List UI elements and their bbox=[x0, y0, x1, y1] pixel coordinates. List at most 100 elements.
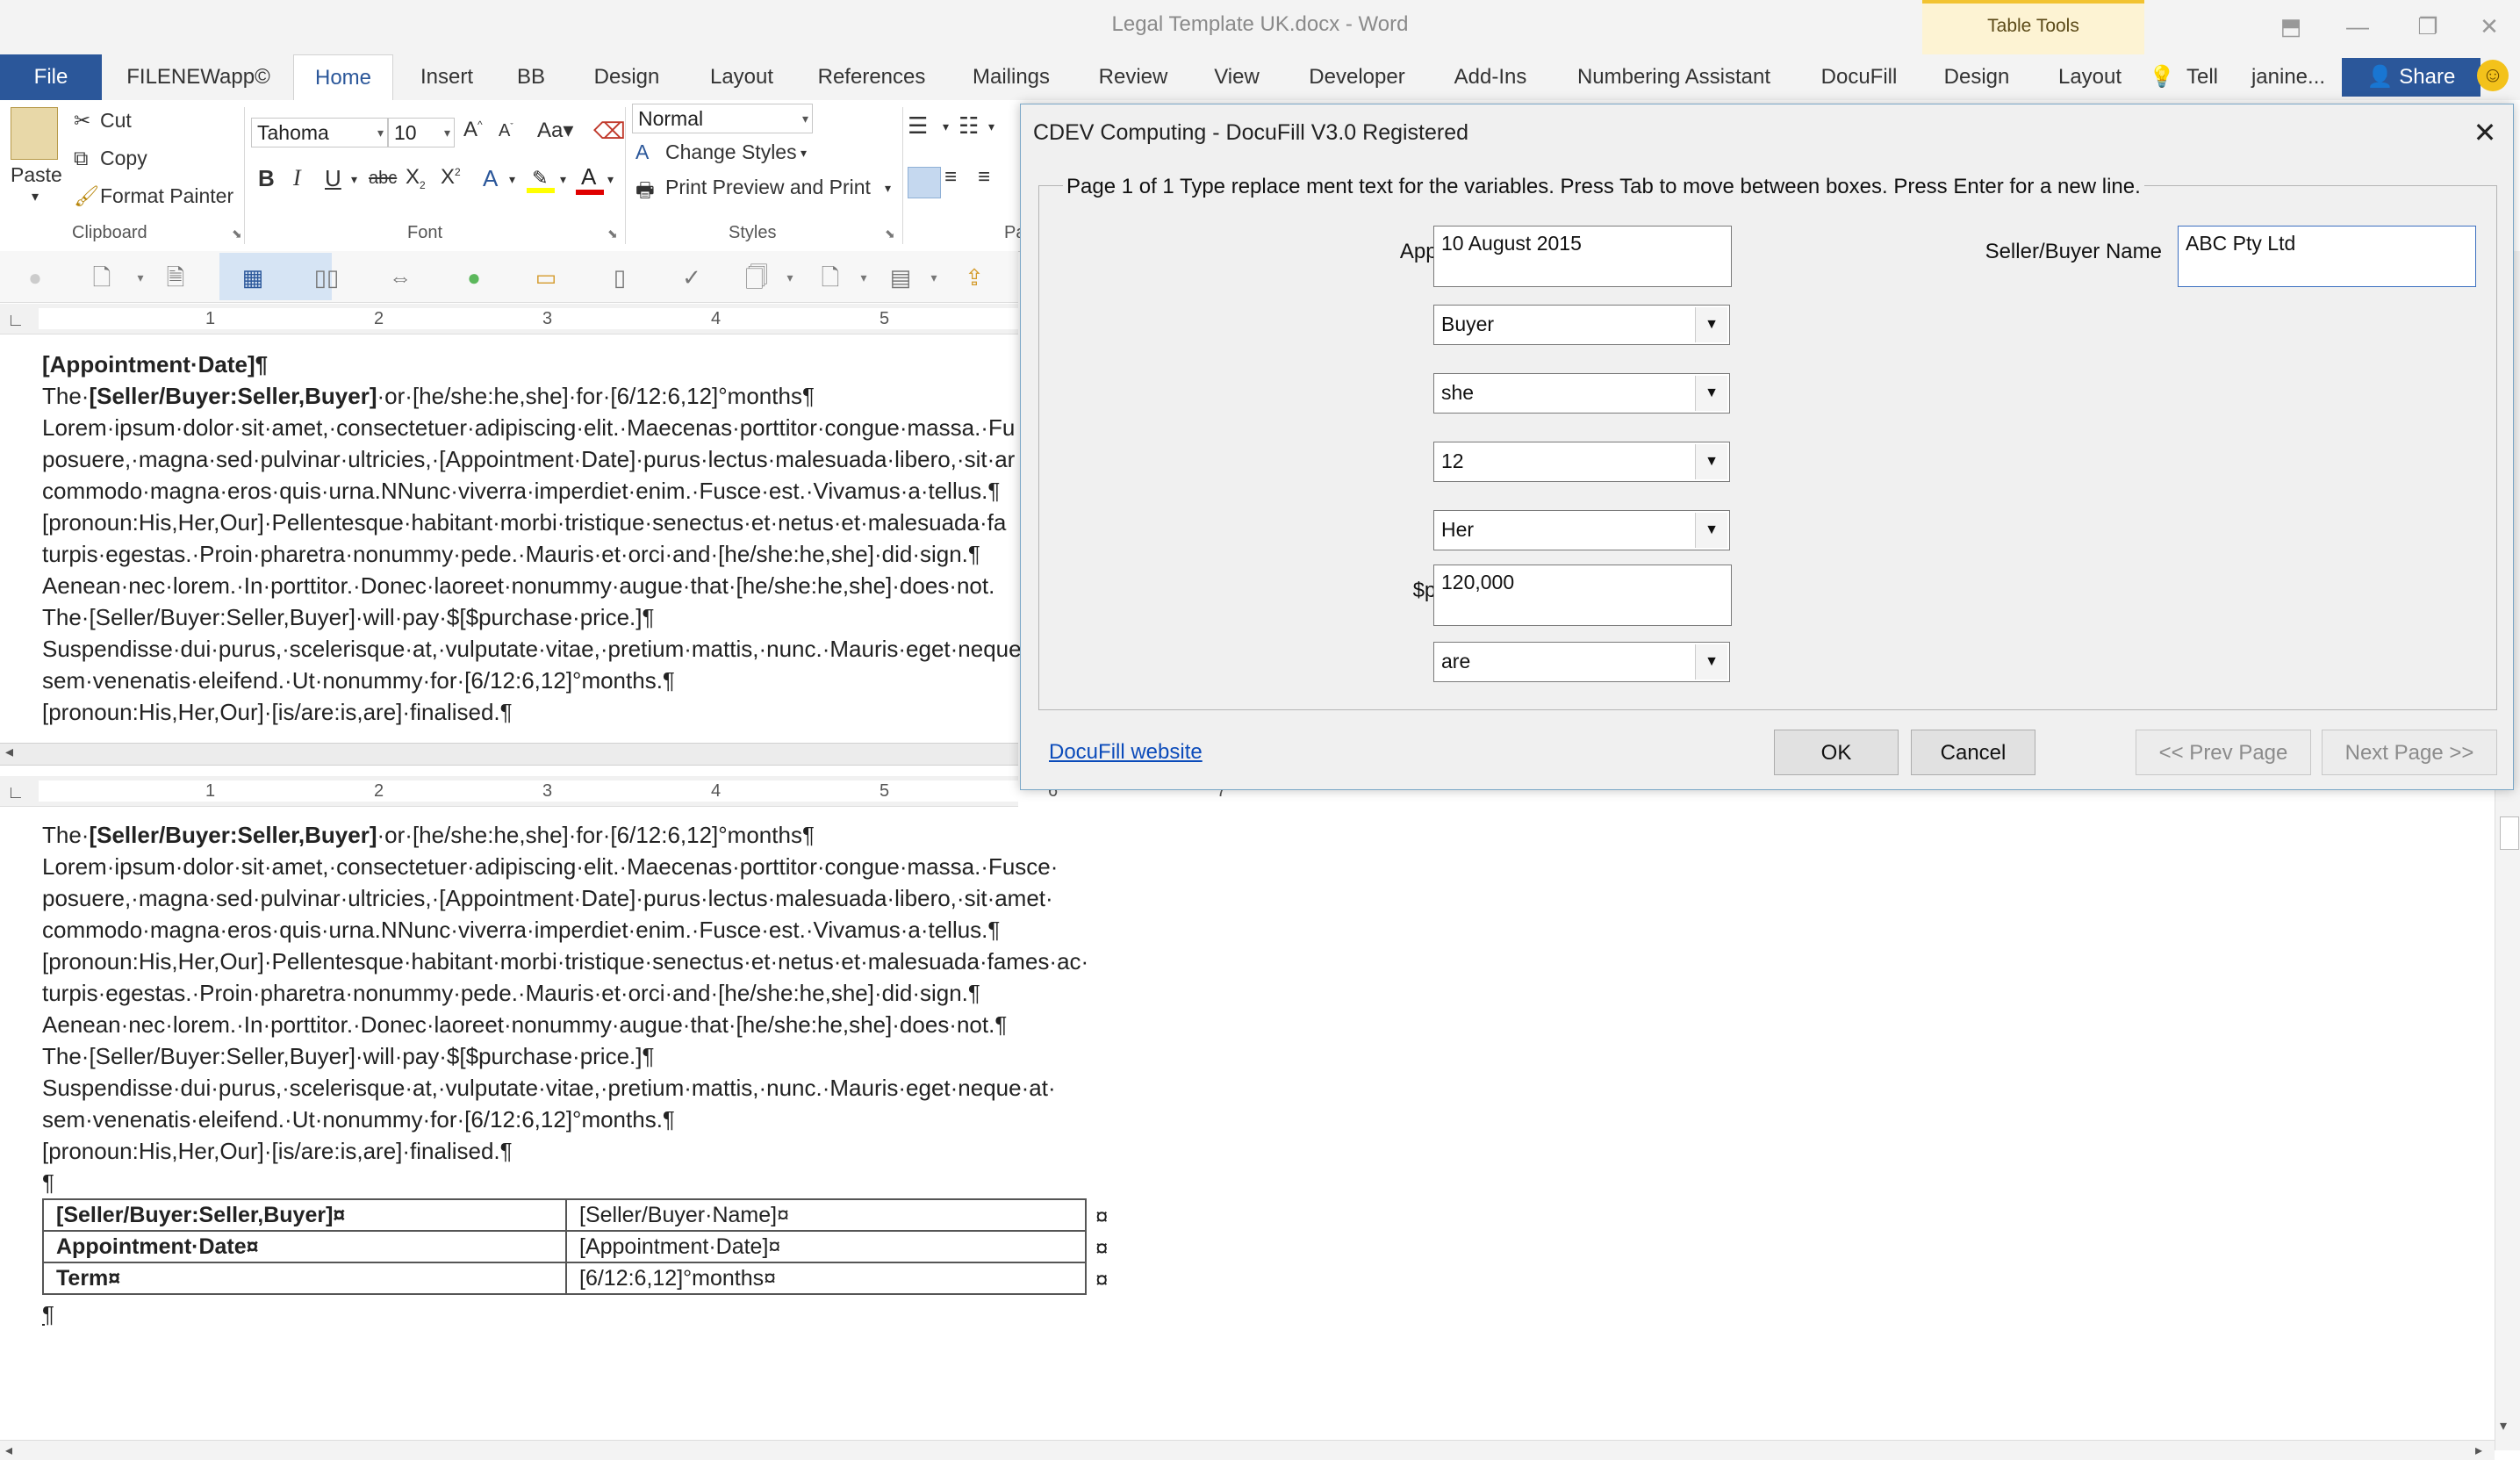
doc-line[interactable]: The·[Seller/Buyer:Seller,Buyer]·will·pay… bbox=[42, 1043, 654, 1070]
font-color-icon[interactable]: A bbox=[576, 163, 604, 195]
cancel-button[interactable]: Cancel bbox=[1911, 730, 2035, 775]
bold-icon[interactable]: B bbox=[258, 165, 275, 192]
prev-page-button[interactable]: << Prev Page bbox=[2136, 730, 2311, 775]
chevron-down-icon[interactable]: ▼ bbox=[1695, 307, 1727, 342]
user-name[interactable]: janine... bbox=[2244, 54, 2333, 100]
maximize-icon[interactable]: ❐ bbox=[2402, 9, 2454, 44]
seller-buyer-name-field[interactable]: ABC Pty Ltd bbox=[2178, 226, 2476, 287]
tab-insert[interactable]: Insert bbox=[407, 54, 486, 100]
he-she-select[interactable]: she ▼ bbox=[1433, 373, 1730, 414]
font-launcher-icon[interactable]: ⬊ bbox=[607, 227, 618, 241]
page-icon[interactable]: ▭ bbox=[528, 260, 564, 295]
image-document-icon[interactable]: 🗎 bbox=[158, 260, 193, 295]
grow-font-icon[interactable]: A^ bbox=[463, 118, 483, 142]
change-styles-button[interactable]: Change Styles bbox=[665, 140, 797, 164]
doc-paragraph-mark[interactable]: ¶ bbox=[42, 1169, 54, 1197]
scroll-left-icon[interactable]: ◂ bbox=[5, 1442, 12, 1459]
bullets-dropdown-icon[interactable]: ▾ bbox=[943, 119, 949, 134]
tab-filenewapp[interactable]: FILENEWapp© bbox=[119, 54, 277, 100]
style-box[interactable]: Normal ▾ bbox=[632, 104, 813, 133]
share-button[interactable]: 👤 Share bbox=[2342, 58, 2481, 97]
styles-launcher-icon[interactable]: ⬊ bbox=[885, 227, 895, 241]
doc-line[interactable]: sem·venenatis·eleifend.·Ut·nonummy·for·[… bbox=[42, 667, 675, 694]
seller-buyer-select[interactable]: Buyer ▼ bbox=[1433, 305, 1730, 345]
horizontal-scrollbar[interactable] bbox=[0, 1440, 2495, 1460]
arrows-icon[interactable]: ⇔ bbox=[383, 260, 418, 295]
export-icon[interactable]: ⇪ bbox=[957, 260, 992, 295]
dropdown-icon[interactable]: ▾ bbox=[123, 260, 158, 295]
tab-review[interactable]: Review bbox=[1088, 54, 1178, 100]
doc-line[interactable]: Lorem·ipsum·dolor·sit·amet,·consectetuer… bbox=[42, 414, 1015, 442]
table-cell[interactable]: [Seller/Buyer:Seller,Buyer]¤ bbox=[42, 1198, 567, 1232]
numbering-icon[interactable]: ☷ bbox=[958, 112, 979, 140]
copy-button[interactable]: Copy bbox=[100, 147, 147, 170]
chevron-down-icon[interactable]: ▼ bbox=[1695, 513, 1727, 548]
doc-line[interactable]: Lorem·ipsum·dolor·sit·amet,·consectetuer… bbox=[42, 853, 1058, 881]
chevron-down-icon[interactable]: ▼ bbox=[1695, 644, 1727, 680]
tab-selector-icon[interactable]: ∟ bbox=[7, 311, 25, 331]
tab-numbering-assistant[interactable]: Numbering Assistant bbox=[1564, 54, 1784, 100]
dropdown-icon[interactable]: ▾ bbox=[916, 260, 951, 295]
table-cell[interactable]: Term¤ bbox=[42, 1262, 567, 1295]
lightbulb-icon[interactable]: 💡 bbox=[2149, 54, 2175, 100]
highlight-icon[interactable]: ✎ bbox=[527, 167, 555, 193]
doc-line[interactable]: commodo·magna·eros·quis·urna.NNunc·viver… bbox=[42, 478, 1000, 505]
highlight-dropdown-icon[interactable]: ▾ bbox=[560, 172, 566, 187]
table-cell[interactable]: [Appointment·Date]¤ bbox=[565, 1230, 1087, 1263]
doc-table[interactable]: [Seller/Buyer:Seller,Buyer]¤ [Seller/Buy… bbox=[42, 1198, 1087, 1295]
tab-docufill[interactable]: DocuFill bbox=[1803, 54, 1915, 100]
purchase-price-field[interactable]: 120,000 bbox=[1433, 565, 1732, 626]
scroll-down-icon[interactable]: ▾ bbox=[2500, 1417, 2507, 1435]
bullets-icon[interactable]: ☰ bbox=[908, 112, 928, 140]
next-page-button[interactable]: Next Page >> bbox=[2322, 730, 2497, 775]
six-twelve-select[interactable]: 12 ▼ bbox=[1433, 442, 1730, 482]
doc-line[interactable]: The·[Seller/Buyer:Seller,Buyer]·or·[he/s… bbox=[42, 822, 815, 849]
underline-dropdown-icon[interactable]: ▾ bbox=[351, 172, 357, 187]
superscript-icon[interactable]: X2 bbox=[441, 165, 461, 190]
table-cell[interactable]: [Seller/Buyer·Name]¤ bbox=[565, 1198, 1087, 1232]
docufill-website-link[interactable]: DocuFill website bbox=[1049, 740, 1203, 765]
scroll-right-icon[interactable]: ▸ bbox=[2475, 1442, 2482, 1459]
chevron-down-icon[interactable]: ▼ bbox=[1695, 376, 1727, 411]
tab-table-layout[interactable]: Layout bbox=[2042, 54, 2138, 100]
chevron-down-icon[interactable]: ▾ bbox=[802, 104, 808, 133]
doc-line[interactable]: turpis·egestas.·Proin·pharetra·nonummy·p… bbox=[42, 980, 980, 1007]
italic-icon[interactable]: I bbox=[293, 165, 301, 191]
tab-home[interactable]: Home bbox=[293, 54, 393, 101]
tab-view[interactable]: View bbox=[1197, 54, 1276, 100]
dropdown-icon[interactable]: ▾ bbox=[772, 260, 808, 295]
font-name-box[interactable]: Tahoma ▾ bbox=[251, 118, 388, 147]
tab-file[interactable]: File bbox=[0, 54, 102, 100]
print-preview-dropdown-icon[interactable]: ▾ bbox=[885, 181, 891, 196]
align-center-icon[interactable]: ≡ bbox=[944, 165, 957, 190]
green-circle-icon[interactable]: ● bbox=[456, 260, 492, 295]
doc-line[interactable]: Aenean·nec·lorem.·In·porttitor.·Donec·la… bbox=[42, 1011, 1007, 1039]
format-painter-button[interactable]: Format Painter bbox=[100, 184, 233, 208]
close-icon[interactable]: ✕ bbox=[2466, 113, 2504, 152]
document-icon[interactable]: 🗋 bbox=[84, 260, 119, 295]
tab-layout[interactable]: Layout bbox=[695, 54, 788, 100]
paste-dropdown-icon[interactable]: ▾ bbox=[32, 188, 39, 205]
print-preview-button[interactable]: Print Preview and Print bbox=[665, 176, 871, 199]
align-right-icon[interactable]: ≡ bbox=[978, 165, 990, 190]
doc-line[interactable]: Suspendisse·dui·purus,·scelerisque·at,·v… bbox=[42, 1075, 1056, 1102]
table-cell[interactable]: [6/12:6,12]°months¤ bbox=[565, 1262, 1087, 1295]
chevron-down-icon[interactable]: ▾ bbox=[444, 119, 450, 147]
tab-table-design[interactable]: Design bbox=[1931, 54, 2022, 100]
chevron-down-icon[interactable]: ▾ bbox=[377, 119, 384, 147]
doc-line[interactable]: Aenean·nec·lorem.·In·porttitor.·Donec·la… bbox=[42, 572, 994, 600]
underline-icon[interactable]: U bbox=[325, 165, 341, 192]
tab-add-ins[interactable]: Add-Ins bbox=[1436, 54, 1545, 100]
paste-icon[interactable] bbox=[11, 107, 58, 160]
doc-line[interactable]: sem·venenatis·eleifend.·Ut·nonummy·for·[… bbox=[42, 1106, 675, 1133]
checkmark-pen-icon[interactable]: ✓ bbox=[674, 260, 709, 295]
shrink-font-icon[interactable]: Aˇ bbox=[499, 121, 513, 141]
appointment-date-field[interactable]: 10 August 2015 bbox=[1433, 226, 1732, 287]
table-cell[interactable]: Appointment·Date¤ bbox=[42, 1230, 567, 1263]
tell-me[interactable]: Tell bbox=[2175, 54, 2229, 100]
scrollbar-thumb[interactable] bbox=[2500, 816, 2519, 850]
tab-mailings[interactable]: Mailings bbox=[953, 54, 1069, 100]
change-styles-dropdown-icon[interactable]: ▾ bbox=[801, 146, 807, 161]
feedback-smiley-icon[interactable]: ☺ bbox=[2477, 60, 2509, 91]
blank-page-icon[interactable]: 🗋 bbox=[813, 260, 848, 295]
